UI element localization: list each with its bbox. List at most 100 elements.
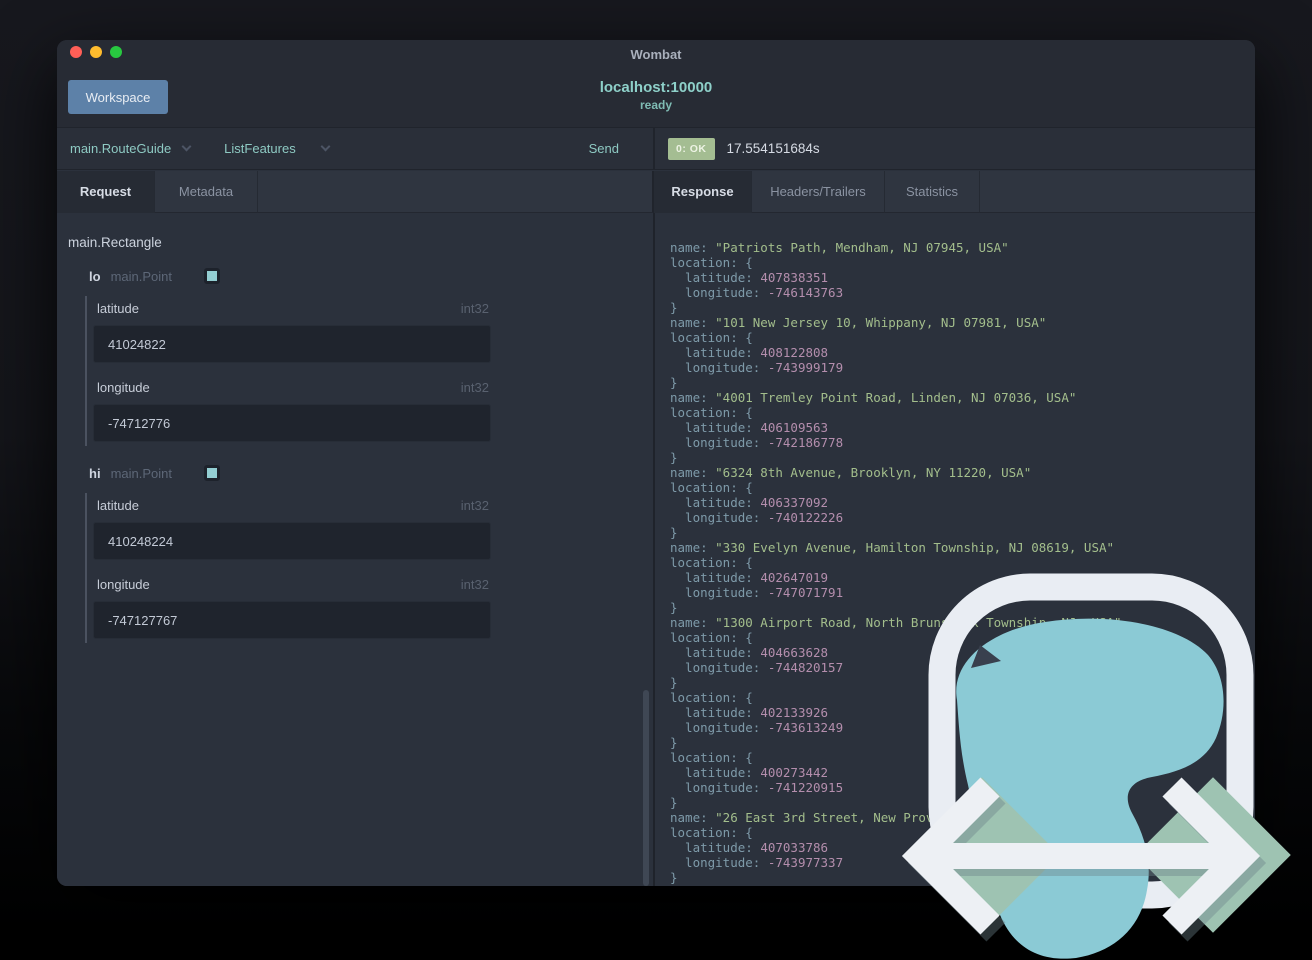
response-line: location: { — [670, 825, 1122, 840]
response-line: longitude: -743999179 — [670, 360, 1122, 375]
response-line: name: "26 East 3rd Street, New Providenc… — [670, 810, 1122, 825]
request-pane: main.Rectangle lo main.Point latitude in… — [57, 213, 655, 886]
send-button[interactable]: Send — [589, 141, 619, 156]
response-value: 406337092 — [760, 495, 829, 510]
response-line: location: { — [670, 480, 1122, 495]
response-key: location: — [670, 690, 746, 705]
response-line: } — [670, 375, 1122, 390]
response-key: latitude: — [670, 705, 761, 720]
response-line: location: { — [670, 405, 1122, 420]
connection-status: localhost:10000 ready — [57, 78, 1255, 113]
response-key: latitude: — [670, 765, 761, 780]
response-value: { — [745, 825, 753, 840]
response-key: } — [670, 735, 678, 750]
hi-latitude-input[interactable] — [93, 522, 491, 560]
response-value: -740122226 — [767, 510, 844, 525]
tab-response[interactable]: Response — [654, 171, 752, 213]
response-value: -747071791 — [767, 585, 844, 600]
response-key: location: — [670, 555, 746, 570]
response-value: { — [745, 555, 753, 570]
main-content: main.Rectangle lo main.Point latitude in… — [57, 213, 1255, 886]
tab-headers-trailers[interactable]: Headers/Trailers — [752, 171, 885, 213]
tab-statistics[interactable]: Statistics — [885, 171, 980, 213]
response-key: name: — [670, 315, 716, 330]
response-key: } — [670, 600, 678, 615]
chevron-down-icon[interactable] — [320, 141, 331, 152]
response-line: } — [670, 735, 1122, 750]
method-dropdown[interactable]: ListFeatures — [224, 141, 296, 156]
response-key: longitude: — [670, 435, 768, 450]
response-key: } — [670, 450, 678, 465]
response-line: latitude: 407033786 — [670, 840, 1122, 855]
tab-metadata[interactable]: Metadata — [155, 171, 258, 213]
tab-filler — [258, 171, 654, 213]
response-value: 406109563 — [760, 420, 829, 435]
response-value: "26 East 3rd Street, New Providence, NJ,… — [715, 810, 1054, 825]
service-dropdown[interactable]: main.RouteGuide — [70, 141, 171, 156]
group-type: main.Point — [110, 465, 172, 481]
lo-point-checkbox[interactable] — [203, 268, 220, 284]
response-line: location: { — [670, 255, 1122, 270]
response-line: latitude: 400273442 — [670, 765, 1122, 780]
message-type-label: main.Rectangle — [68, 235, 162, 250]
response-line: name: "6324 8th Avenue, Brooklyn, NY 112… — [670, 465, 1122, 480]
response-value: 402133926 — [760, 705, 829, 720]
response-key: location: — [670, 330, 746, 345]
response-key: } — [670, 375, 678, 390]
title-bar: Wombat Workspace localhost:10000 ready — [57, 40, 1255, 128]
response-line: } — [670, 675, 1122, 690]
response-key: } — [670, 675, 678, 690]
group-type: main.Point — [110, 268, 172, 284]
tab-request[interactable]: Request — [57, 171, 155, 213]
hi-point-checkbox[interactable] — [203, 465, 220, 481]
response-key: name: — [670, 390, 716, 405]
response-key: longitude: — [670, 585, 768, 600]
connection-state: ready — [639, 98, 673, 112]
response-line: location: { — [670, 690, 1122, 705]
response-value: "1300 Airport Road, North Brunswick Town… — [715, 615, 1122, 630]
toolbar: main.RouteGuide ListFeatures Send 0: OK … — [57, 128, 1255, 170]
response-value: { — [745, 255, 753, 270]
field-label-row: longitude int32 — [97, 577, 489, 592]
response-line: } — [670, 300, 1122, 315]
field-label-row: latitude int32 — [97, 301, 489, 316]
response-key: location: — [670, 255, 746, 270]
response-key: longitude: — [670, 855, 768, 870]
field-label: latitude — [97, 301, 139, 316]
response-line: latitude: 402647019 — [670, 570, 1122, 585]
response-line: } — [670, 525, 1122, 540]
response-line: longitude: -747071791 — [670, 585, 1122, 600]
response-line: latitude: 404663628 — [670, 645, 1122, 660]
lo-longitude-input[interactable] — [93, 404, 491, 442]
response-key: latitude: — [670, 840, 761, 855]
response-key: latitude: — [670, 345, 761, 360]
response-value: -743999179 — [767, 360, 844, 375]
toolbar-right: 0: OK 17.554151684s — [655, 128, 1255, 169]
lo-latitude-input[interactable] — [93, 325, 491, 363]
response-line: } — [670, 870, 1122, 885]
response-line: location: { — [670, 750, 1122, 765]
response-value: "Patriots Path, Mendham, NJ 07945, USA" — [715, 240, 1009, 255]
response-line: name: "4001 Tremley Point Road, Linden, … — [670, 390, 1122, 405]
response-value: 402647019 — [760, 570, 829, 585]
response-line: location: { — [670, 630, 1122, 645]
response-line: name: "330 Evelyn Avenue, Hamilton Towns… — [670, 540, 1122, 555]
response-value: -744820157 — [767, 660, 844, 675]
scrollbar-thumb[interactable] — [643, 690, 649, 886]
group-name: hi — [89, 465, 101, 481]
response-value: 404663628 — [760, 645, 829, 660]
response-key: } — [670, 525, 678, 540]
response-key: longitude: — [670, 285, 768, 300]
chevron-down-icon[interactable] — [181, 141, 192, 152]
host-address: localhost:10000 — [599, 79, 713, 96]
field-label-row: latitude int32 — [97, 498, 489, 513]
field-label: latitude — [97, 498, 139, 513]
response-value: -741220915 — [767, 780, 844, 795]
response-key: longitude: — [670, 780, 768, 795]
hi-longitude-input[interactable] — [93, 601, 491, 639]
response-key: latitude: — [670, 570, 761, 585]
response-line: } — [670, 600, 1122, 615]
response-value: { — [745, 405, 753, 420]
response-key: latitude: — [670, 645, 761, 660]
field-label-row: longitude int32 — [97, 380, 489, 395]
